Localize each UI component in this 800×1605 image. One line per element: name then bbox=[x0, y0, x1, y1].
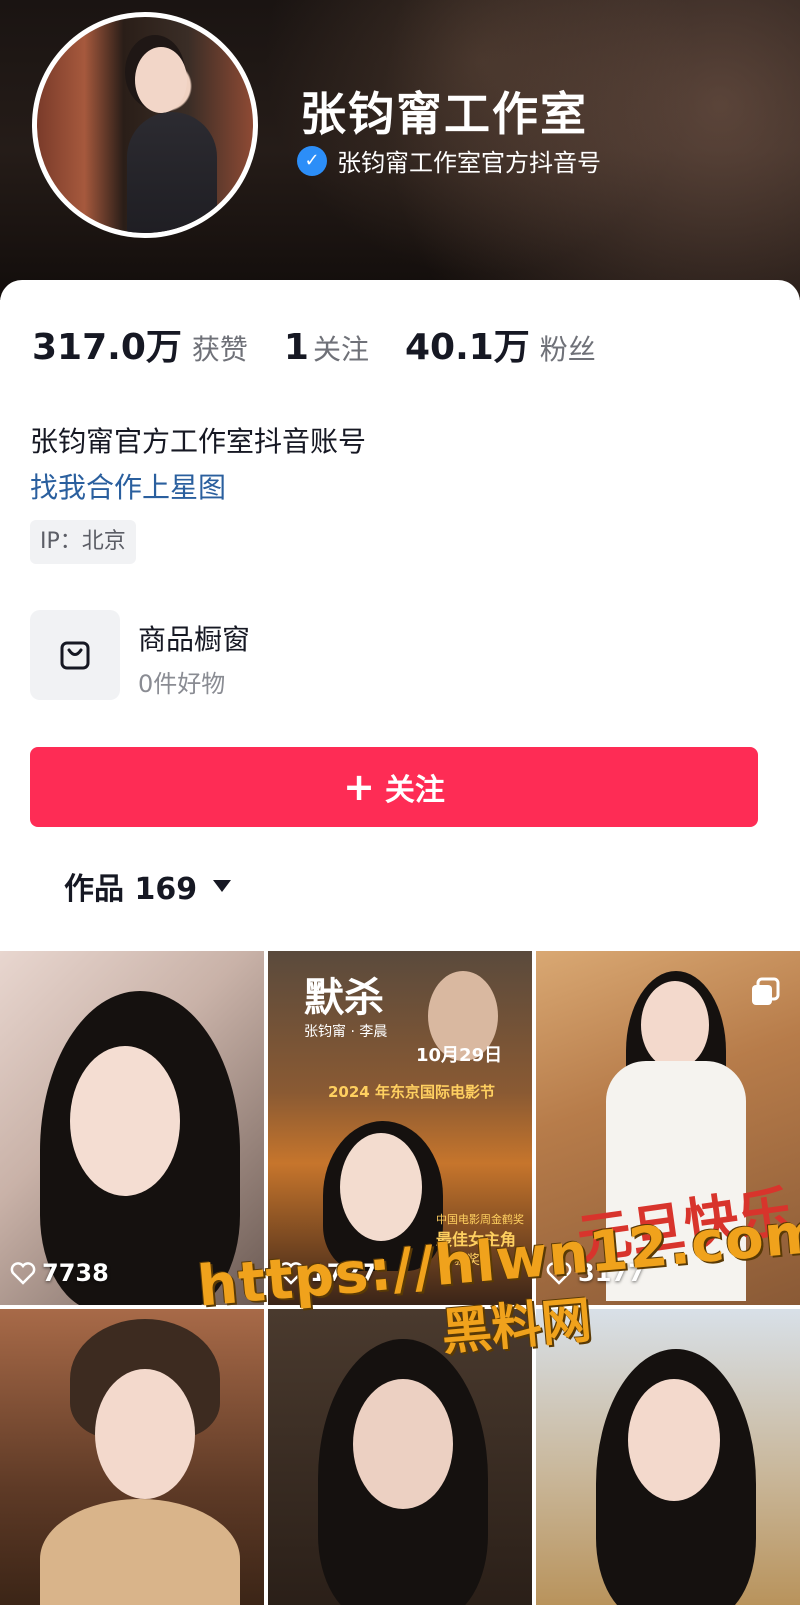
stat-likes-label: 获赞 bbox=[191, 333, 248, 366]
stat-likes[interactable]: 317.0万 获赞 bbox=[32, 318, 248, 370]
poster-date: 10月29日 bbox=[416, 1045, 503, 1066]
verification-text: 张钧甯工作室官方抖音号 bbox=[337, 149, 601, 177]
tile-outfit bbox=[40, 1499, 240, 1605]
caret-down-icon[interactable] bbox=[213, 880, 232, 892]
shopping-bag-icon bbox=[60, 641, 90, 670]
tile-face bbox=[340, 1133, 422, 1241]
plus-icon: + bbox=[343, 765, 375, 809]
profile-header: 张钧甯工作室 ✓ 张钧甯工作室官方抖音号 bbox=[0, 0, 800, 300]
tile-face bbox=[641, 981, 709, 1069]
multi-image-icon bbox=[750, 977, 780, 1007]
stat-followers-value: 40.1万 bbox=[404, 327, 530, 368]
video-tile[interactable] bbox=[536, 1309, 800, 1605]
avatar[interactable] bbox=[32, 12, 258, 238]
tile-face bbox=[95, 1369, 195, 1499]
tab-works[interactable]: 作品 169 bbox=[64, 864, 232, 908]
follow-button[interactable]: + 关注 bbox=[30, 747, 758, 827]
shop-window-title[interactable]: 商品橱窗 bbox=[138, 618, 250, 658]
avatar-figure bbox=[127, 112, 217, 233]
stats-row: 317.0万 获赞 1 关注 40.1万 粉丝 bbox=[32, 318, 596, 370]
tile-face bbox=[70, 1046, 180, 1196]
like-count: 7738 bbox=[10, 1259, 109, 1287]
bio-link[interactable]: 找我合作上星图 bbox=[30, 466, 226, 506]
profile-name: 张钧甯工作室 bbox=[300, 87, 588, 141]
profile-page: 张钧甯工作室 ✓ 张钧甯工作室官方抖音号 317.0万 获赞 1 关注 40.1… bbox=[0, 0, 800, 1605]
stat-followers-label: 粉丝 bbox=[539, 333, 596, 366]
shop-window-subtitle: 0件好物 bbox=[138, 670, 226, 698]
tab-works-label: 作品 169 bbox=[64, 872, 198, 907]
stat-following[interactable]: 1 关注 bbox=[284, 327, 369, 368]
poster-festival: 2024 年东京国际电影节 bbox=[328, 1083, 495, 1101]
poster-cast: 张钧甯 · 李晨 bbox=[304, 1024, 388, 1040]
heart-icon bbox=[10, 1262, 36, 1285]
avatar-face bbox=[135, 47, 187, 113]
poster-title: 默杀 bbox=[304, 974, 384, 1021]
bio-text: 张钧甯官方工作室抖音账号 bbox=[30, 425, 367, 458]
poster-award-line1: 中国电影周金鹤奖 bbox=[436, 1213, 524, 1226]
like-count-value: 7738 bbox=[42, 1259, 109, 1287]
stat-following-value: 1 bbox=[283, 327, 309, 368]
stat-likes-value: 317.0万 bbox=[32, 327, 182, 368]
stat-followers[interactable]: 40.1万 粉丝 bbox=[405, 318, 596, 370]
ip-location-tag: IP：北京 bbox=[30, 520, 136, 564]
tile-face bbox=[353, 1379, 453, 1509]
verified-badge-icon: ✓ bbox=[297, 145, 327, 176]
follow-button-label: 关注 bbox=[384, 773, 445, 808]
stat-following-label: 关注 bbox=[312, 333, 369, 366]
shop-window-icon-box[interactable] bbox=[30, 610, 120, 700]
tile-face bbox=[628, 1379, 720, 1501]
verification-row: ✓ 张钧甯工作室官方抖音号 bbox=[297, 143, 601, 178]
